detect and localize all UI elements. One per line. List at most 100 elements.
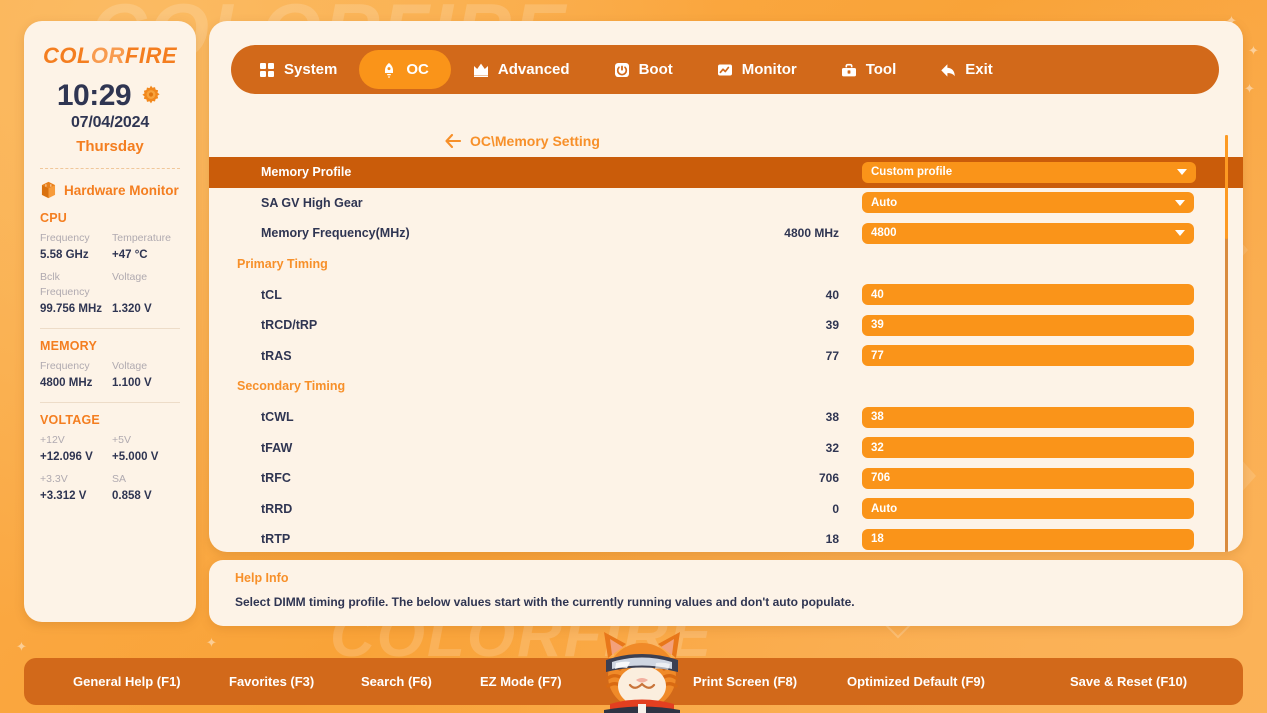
settings-row[interactable]: tRCD/tRP 39 39 <box>209 310 1243 341</box>
breadcrumb-text: OC\Memory Setting <box>470 133 600 149</box>
settings-row[interactable]: tRTP 18 18 <box>209 524 1243 552</box>
settings-row-current-value: 4800 MHz <box>784 226 839 241</box>
hw-key: Frequency <box>40 360 90 372</box>
gear-icon <box>142 85 160 104</box>
hw-key: SA <box>112 473 127 485</box>
settings-row[interactable]: tCL 40 40 <box>209 279 1243 310</box>
left-arrow-icon[interactable] <box>445 134 461 148</box>
brand-logo-part1: COL <box>42 43 91 68</box>
rocket-icon <box>385 62 394 78</box>
brand-logo: COLORFIRE <box>40 43 180 69</box>
settings-row[interactable]: tCWL 38 38 <box>209 402 1243 433</box>
scrollbar-thumb[interactable] <box>1225 135 1228 239</box>
settings-row[interactable]: tFAW 32 32 <box>209 432 1243 463</box>
hw-section-title: MEMORY <box>40 339 97 353</box>
function-key[interactable]: Optimized Default (F9) <box>847 674 985 689</box>
sidebar-divider <box>40 168 180 169</box>
function-key[interactable]: General Help (F1) <box>73 674 181 689</box>
settings-row-current-value: 32 <box>825 440 839 455</box>
hw-kv-grid: +12V +5V +12.096 V +5.000 V <box>40 433 180 465</box>
function-key[interactable]: Print Screen (F8) <box>693 674 797 689</box>
crown-icon <box>473 63 488 77</box>
tab-oc[interactable]: OC <box>359 50 451 89</box>
hw-section-title: CPU <box>40 211 67 225</box>
settings-control-value: 40 <box>871 288 884 301</box>
settings-value-field[interactable]: Auto <box>862 498 1194 520</box>
chevron-down-icon[interactable] <box>1177 169 1187 176</box>
function-key[interactable]: EZ Mode (F7) <box>480 674 562 689</box>
tab-monitor[interactable]: Monitor <box>695 50 819 89</box>
breadcrumb[interactable]: OC\Memory Setting <box>445 133 600 149</box>
function-key[interactable]: Search (F6) <box>361 674 432 689</box>
chart-icon <box>717 64 732 75</box>
tab-boot[interactable]: Boot <box>592 50 695 89</box>
settings-row-current-value: 39 <box>825 318 839 333</box>
hw-key: Bclk Frequency <box>40 271 90 298</box>
settings-row[interactable]: Memory Profile Custom profile <box>209 157 1243 188</box>
help-info-title: Help Info <box>235 571 289 585</box>
tab-tool[interactable]: Tool <box>819 50 919 89</box>
background-sparkle: ✦ <box>206 635 217 650</box>
hw-value: 1.320 V <box>112 303 152 315</box>
main-panel: System OC Advanced Boot Monitor Tool Exit OC\M… <box>209 21 1243 552</box>
hw-kv-grid: Frequency Voltage 4800 MHz 1.100 V <box>40 359 180 391</box>
settings-row-current-value: 706 <box>818 471 839 486</box>
settings-row[interactable]: tRRD 0 Auto <box>209 494 1243 525</box>
tab-label: OC <box>406 61 429 78</box>
settings-row-current-value: 40 <box>825 287 839 302</box>
settings-value-field[interactable]: 39 <box>862 314 1194 336</box>
clock-weekday: Thursday <box>76 138 144 155</box>
hardware-monitor-title: Hardware Monitor <box>40 181 180 199</box>
tab-label: Advanced <box>497 61 570 78</box>
settings-control-value: 32 <box>871 441 884 454</box>
settings-control-value: Custom profile <box>871 166 953 179</box>
settings-value-field[interactable]: 40 <box>862 284 1194 306</box>
settings-row[interactable]: tRFC 706 706 <box>209 463 1243 494</box>
clock-time: 10:29 <box>56 79 132 112</box>
settings-row-label: tRCD/tRP <box>261 318 318 333</box>
scrollbar[interactable] <box>1225 135 1228 552</box>
settings-list[interactable]: Memory Profile Custom profile SA GV High G… <box>209 157 1243 552</box>
settings-row[interactable]: tRAS 77 77 <box>209 341 1243 372</box>
settings-control-value: 4800 <box>871 227 897 240</box>
grid-icon <box>260 62 274 77</box>
settings-dropdown[interactable]: Custom profile <box>862 161 1196 183</box>
settings-row[interactable]: SA GV High Gear Auto <box>209 188 1243 219</box>
function-key[interactable]: Save & Reset (F10) <box>1070 674 1187 689</box>
function-key[interactable]: Favorites (F3) <box>229 674 314 689</box>
brand-logo-part3: FIRE <box>124 43 178 68</box>
settings-value-field[interactable]: 77 <box>862 345 1194 367</box>
background-sparkle: ✦ <box>16 639 27 654</box>
hw-value: 4800 MHz <box>40 377 93 389</box>
settings-value-field[interactable]: 706 <box>862 467 1194 489</box>
tab-system[interactable]: System <box>237 50 359 89</box>
hw-key: +5V <box>112 434 131 446</box>
settings-value-field[interactable]: 18 <box>862 528 1194 550</box>
settings-row-label: tRAS <box>261 348 292 363</box>
settings-row[interactable]: Memory Frequency(MHz) 4800 MHz 4800 <box>209 218 1243 249</box>
chevron-down-icon[interactable] <box>1175 230 1185 237</box>
cat-mascot <box>604 632 680 713</box>
settings-group-header: Primary Timing <box>237 257 328 272</box>
settings-row-label: tRRD <box>261 501 293 516</box>
hw-kv-grid: +3.3V SA +3.312 V 0.858 V <box>40 472 180 504</box>
settings-row-current-value: 77 <box>825 348 839 363</box>
cube-icon <box>41 181 56 199</box>
settings-dropdown[interactable]: 4800 <box>862 222 1194 244</box>
hw-value: +12.096 V <box>40 451 93 463</box>
hw-key: Voltage <box>112 360 148 372</box>
brand-logo-part2: OR <box>90 43 125 68</box>
settings-row-current-value: 38 <box>825 410 839 425</box>
settings-control-value: 706 <box>871 472 891 485</box>
settings-value-field[interactable]: 32 <box>862 437 1194 459</box>
settings-value-field[interactable]: 38 <box>862 406 1194 428</box>
chevron-down-icon[interactable] <box>1175 199 1185 206</box>
settings-row-label: Memory Profile <box>261 165 352 180</box>
hw-value: 0.858 V <box>112 490 152 502</box>
tab-exit[interactable]: Exit <box>918 50 1015 89</box>
settings-row-label: SA GV High Gear <box>261 195 363 210</box>
settings-dropdown[interactable]: Auto <box>862 192 1194 214</box>
help-info-panel: Help Info Select DIMM timing profile. Th… <box>209 560 1243 626</box>
tab-label: System <box>284 61 338 78</box>
tab-advanced[interactable]: Advanced <box>451 50 592 89</box>
